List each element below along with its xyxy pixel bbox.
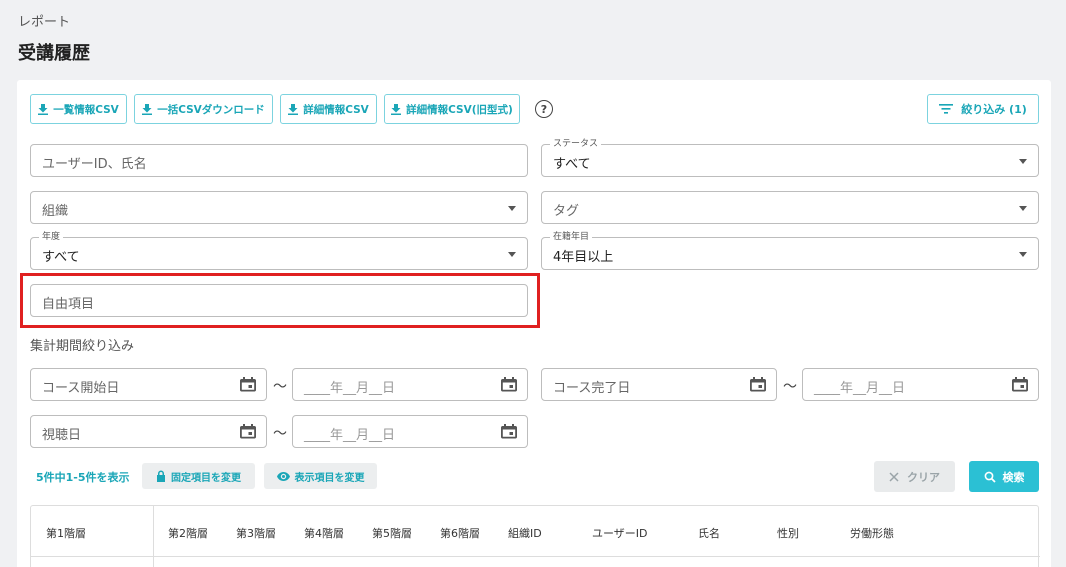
search-icon: [984, 471, 996, 483]
course-complete-date-input[interactable]: コース完了日: [541, 368, 777, 401]
download-icon: [38, 103, 49, 115]
date-placeholder: ____年__月__日: [304, 428, 396, 443]
range-separator: 〜: [273, 379, 287, 395]
download-icon: [142, 103, 153, 115]
view-date-input[interactable]: 視聴日: [30, 415, 267, 448]
clear-button[interactable]: クリア: [874, 461, 955, 492]
column-header[interactable]: 組織ID: [508, 525, 542, 541]
filter-label: 絞り込み (1): [961, 103, 1027, 116]
course-start-placeholder: コース開始日: [42, 381, 120, 396]
course-complete-placeholder: コース完了日: [553, 381, 631, 396]
tenure-year-select[interactable]: 在籍年目 4年目以上: [541, 231, 1039, 270]
clear-label: クリア: [907, 470, 940, 484]
user-search-input[interactable]: ユーザーID、氏名: [30, 144, 528, 177]
status-label: ステータス: [550, 138, 602, 150]
download-icon: [288, 103, 299, 115]
column-header[interactable]: 第4階層: [304, 525, 344, 541]
results-table: 第1階層 第2階層 第3階層 第4階層 第5階層 第6階層 組織ID ユーザーI…: [30, 505, 1040, 567]
eye-icon: [276, 471, 290, 481]
tenure-year-label: 在籍年目: [550, 231, 593, 243]
column-header[interactable]: ユーザーID: [592, 525, 648, 541]
list-csv-button[interactable]: 一覧情報CSV: [30, 94, 127, 124]
change-fixed-items-label: 固定項目を変更: [171, 472, 241, 484]
column-header[interactable]: 労働形態: [850, 525, 894, 541]
fiscal-year-value: すべて: [42, 250, 80, 265]
column-header[interactable]: 第6階層: [440, 525, 480, 541]
status-value: すべて: [553, 157, 591, 172]
calendar-icon[interactable]: [501, 423, 517, 439]
search-button[interactable]: 検索: [969, 461, 1039, 492]
download-icon: [391, 103, 402, 115]
view-date-placeholder: 視聴日: [42, 428, 82, 443]
bulk-csv-download-button[interactable]: 一括CSVダウンロード: [134, 94, 273, 124]
list-csv-label: 一覧情報CSV: [53, 103, 119, 116]
change-fixed-items-button[interactable]: 固定項目を変更: [142, 463, 255, 489]
bulk-csv-label: 一括CSVダウンロード: [157, 103, 265, 116]
date-placeholder: ____年__月__日: [304, 381, 396, 396]
fiscal-year-label: 年度: [39, 231, 64, 243]
calendar-icon[interactable]: [240, 376, 256, 392]
change-display-items-button[interactable]: 表示項目を変更: [264, 463, 377, 489]
chevron-down-icon: [1019, 252, 1027, 257]
detail-csv-legacy-label: 詳細情報CSV(旧型式): [406, 103, 513, 116]
fiscal-year-select[interactable]: 年度 すべて: [30, 231, 528, 270]
column-header[interactable]: 第2階層: [168, 525, 208, 541]
tag-placeholder: タグ: [553, 204, 580, 219]
search-label: 検索: [1002, 470, 1025, 484]
column-header[interactable]: 第5階層: [372, 525, 412, 541]
period-filter-label: 集計期間絞り込み: [30, 339, 135, 354]
tag-select[interactable]: タグ: [541, 191, 1039, 224]
user-search-placeholder: ユーザーID、氏名: [42, 157, 147, 172]
range-separator: 〜: [273, 426, 287, 442]
range-separator: 〜: [783, 379, 797, 395]
chevron-down-icon: [508, 206, 516, 211]
column-header[interactable]: 性別: [777, 525, 799, 541]
lock-icon: [157, 470, 165, 482]
date-placeholder: ____年__月__日: [814, 381, 906, 396]
calendar-icon[interactable]: [750, 376, 766, 392]
course-start-end-date-input[interactable]: ____年__月__日: [292, 368, 528, 401]
column-header[interactable]: 氏名: [698, 525, 720, 541]
detail-csv-label: 詳細情報CSV: [303, 103, 369, 116]
highlight-box: [20, 273, 540, 328]
course-start-date-input[interactable]: コース開始日: [30, 368, 267, 401]
filter-icon: [939, 104, 954, 114]
calendar-icon[interactable]: [240, 423, 256, 439]
column-header[interactable]: 第3階層: [236, 525, 276, 541]
chevron-down-icon: [1019, 159, 1027, 164]
filter-button[interactable]: 絞り込み (1): [927, 94, 1039, 124]
close-icon: [889, 471, 899, 482]
breadcrumb: レポート: [18, 15, 71, 30]
calendar-icon[interactable]: [501, 376, 517, 392]
page-title: 受講履歴: [18, 43, 90, 64]
organization-select[interactable]: 組織: [30, 191, 528, 224]
tenure-year-value: 4年目以上: [553, 250, 614, 265]
help-icon[interactable]: ?: [535, 100, 553, 118]
result-count: 5件中1-5件を表示: [36, 471, 130, 484]
view-end-date-input[interactable]: ____年__月__日: [292, 415, 528, 448]
calendar-icon[interactable]: [1012, 376, 1028, 392]
chevron-down-icon: [508, 252, 516, 257]
organization-placeholder: 組織: [42, 204, 69, 219]
change-display-items-label: 表示項目を変更: [294, 472, 365, 484]
status-select[interactable]: ステータス すべて: [541, 138, 1039, 177]
detail-csv-button[interactable]: 詳細情報CSV: [280, 94, 377, 124]
column-header[interactable]: 第1階層: [46, 525, 86, 541]
detail-csv-legacy-button[interactable]: 詳細情報CSV(旧型式): [384, 94, 520, 124]
course-complete-end-date-input[interactable]: ____年__月__日: [802, 368, 1039, 401]
chevron-down-icon: [1019, 206, 1027, 211]
